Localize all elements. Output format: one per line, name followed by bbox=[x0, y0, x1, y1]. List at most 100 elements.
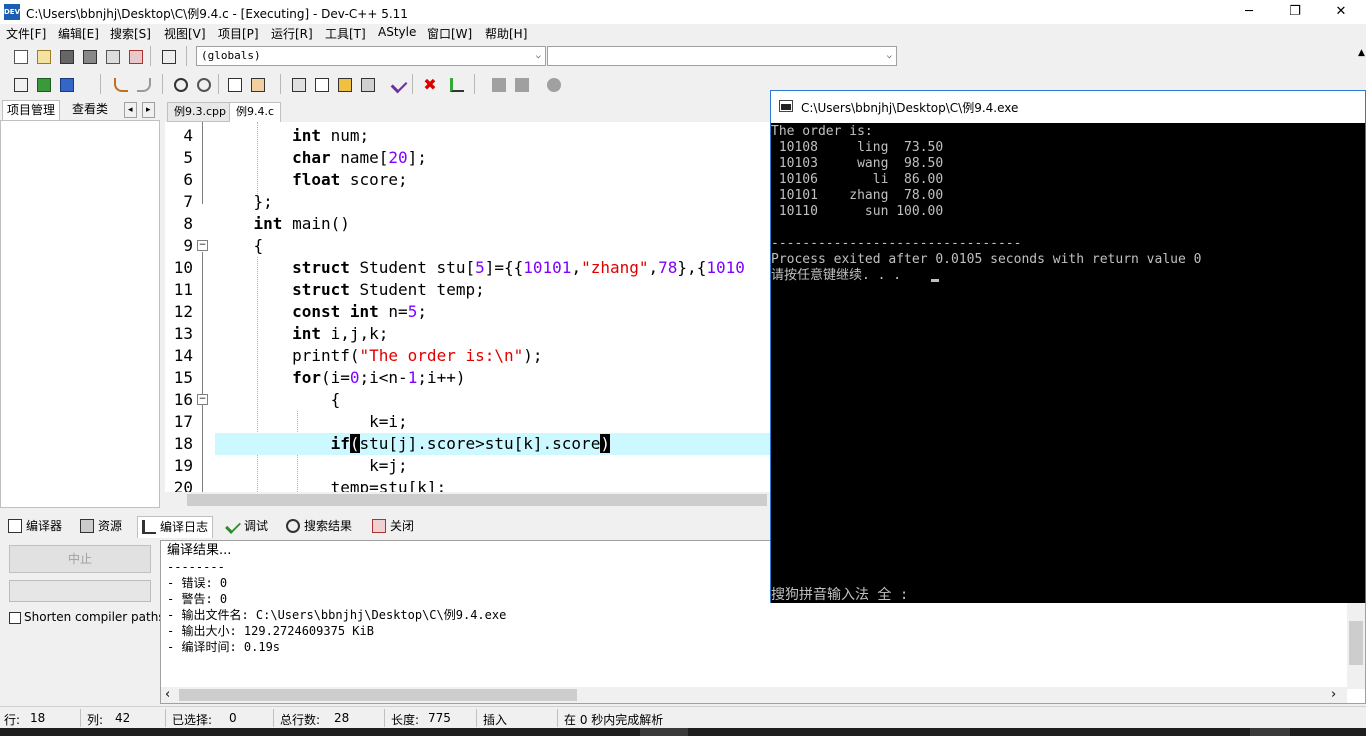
redo-button[interactable] bbox=[133, 74, 153, 94]
fold-toggle-icon[interactable]: − bbox=[197, 240, 208, 251]
scroll-right-icon[interactable]: › bbox=[1331, 687, 1336, 703]
print-button[interactable] bbox=[158, 46, 178, 66]
scrollbar-thumb[interactable] bbox=[1349, 621, 1363, 665]
stop-execution-button[interactable]: ✖ bbox=[419, 74, 439, 94]
line-number: 17 bbox=[173, 412, 193, 431]
tab-label: 编译器 bbox=[26, 519, 63, 533]
maximize-button[interactable]: ❐ bbox=[1272, 0, 1318, 24]
symbol-combo[interactable]: ⌵ bbox=[547, 46, 897, 66]
code-line: printf("The order is:\n"); bbox=[292, 346, 543, 365]
stop-debug-button[interactable] bbox=[543, 74, 563, 94]
undo-button[interactable] bbox=[110, 74, 130, 94]
console-window[interactable]: C:\Users\bbnjhj\Desktop\C\例9.4.exe The o… bbox=[770, 90, 1366, 603]
console-line: 10101 zhang 78.00 bbox=[771, 188, 944, 203]
menu-window[interactable]: 窗口[W] bbox=[427, 25, 472, 42]
shorten-paths-label: Shorten compiler paths bbox=[24, 610, 165, 624]
debug-button[interactable] bbox=[488, 74, 508, 94]
bracket-match: ( bbox=[349, 434, 360, 453]
scrollbar-thumb[interactable] bbox=[179, 689, 577, 701]
menu-tools[interactable]: 工具[T] bbox=[325, 25, 366, 42]
project-tree[interactable] bbox=[0, 120, 160, 508]
save-button[interactable] bbox=[56, 46, 76, 66]
tab-compiler[interactable]: 编译器 bbox=[4, 516, 66, 538]
console-title: C:\Users\bbnjhj\Desktop\C\例9.4.exe bbox=[801, 101, 1019, 115]
log-horizontal-scrollbar[interactable]: ‹ › bbox=[161, 687, 1347, 703]
editor-horizontal-scrollbar[interactable] bbox=[165, 492, 770, 508]
code-line: struct Student stu[5]={{10101,"zhang",78… bbox=[292, 258, 745, 277]
tab-scroll-right[interactable]: ▸ bbox=[142, 102, 155, 118]
bar-chart-icon bbox=[142, 520, 156, 534]
tab-search-results[interactable]: 搜索结果 bbox=[282, 516, 356, 538]
console-output[interactable]: The order is: 10108 ling 73.50 10103 wan… bbox=[771, 123, 1365, 603]
tab-file-9-4[interactable]: 例9.4.c bbox=[229, 102, 282, 122]
status-separator bbox=[476, 709, 477, 727]
tab-file-9-3[interactable]: 例9.3.cpp bbox=[167, 102, 234, 122]
indent-button[interactable] bbox=[10, 74, 30, 94]
menu-edit[interactable]: 编辑[E] bbox=[58, 25, 99, 42]
rebuild-button[interactable] bbox=[357, 74, 377, 94]
replace-button[interactable] bbox=[193, 74, 213, 94]
menu-search[interactable]: 搜索[S] bbox=[110, 25, 151, 42]
toolbar-separator bbox=[218, 74, 219, 94]
save-all-button[interactable] bbox=[79, 46, 99, 66]
tab-scroll-left[interactable]: ◂ bbox=[124, 102, 137, 118]
compile-run-button[interactable] bbox=[334, 74, 354, 94]
new-file-button[interactable] bbox=[10, 46, 30, 66]
minimize-button[interactable]: ─ bbox=[1226, 0, 1272, 24]
console-cursor bbox=[931, 279, 939, 282]
taskbar-item[interactable] bbox=[1250, 728, 1290, 736]
taskbar-item[interactable] bbox=[640, 728, 688, 736]
menu-run[interactable]: 运行[R] bbox=[271, 25, 313, 42]
log-line: - 输出文件名: C:\Users\bbnjhj\Desktop\C\例9.4.… bbox=[167, 608, 507, 622]
log-line: - 警告: 0 bbox=[167, 592, 228, 606]
check-syntax-button[interactable] bbox=[388, 74, 408, 94]
resources-icon bbox=[80, 519, 94, 533]
find-button[interactable] bbox=[170, 74, 190, 94]
profile-button[interactable] bbox=[446, 74, 466, 94]
split-button[interactable] bbox=[247, 74, 267, 94]
tab-debug[interactable]: 调试 bbox=[222, 516, 272, 538]
close-all-icon bbox=[129, 50, 143, 64]
scroll-left-icon[interactable]: ‹ bbox=[165, 687, 170, 703]
scope-combo[interactable]: (globals) ⌵ bbox=[196, 46, 546, 66]
compile-button[interactable] bbox=[288, 74, 308, 94]
menu-file[interactable]: 文件[F] bbox=[6, 25, 46, 42]
menu-astyle[interactable]: AStyle bbox=[378, 25, 416, 39]
scrollbar-thumb[interactable] bbox=[187, 494, 767, 506]
abort-compile-button[interactable]: 中止 bbox=[9, 545, 151, 573]
fold-toggle-icon[interactable]: − bbox=[197, 394, 208, 405]
toolbar-separator bbox=[280, 74, 281, 94]
console-line: 10103 wang 98.50 bbox=[771, 156, 944, 171]
add-watch-button[interactable] bbox=[511, 74, 531, 94]
shorten-paths-checkbox[interactable] bbox=[9, 612, 21, 624]
tab-label: 资源 bbox=[98, 519, 123, 533]
bookmark-button[interactable] bbox=[56, 74, 76, 94]
status-separator bbox=[384, 709, 385, 727]
menu-help[interactable]: 帮助[H] bbox=[485, 25, 527, 42]
open-file-button[interactable] bbox=[33, 46, 53, 66]
menu-project[interactable]: 项目[P] bbox=[218, 25, 259, 42]
status-separator bbox=[557, 709, 558, 727]
toggle-panel-button[interactable] bbox=[224, 74, 244, 94]
close-button[interactable]: ✕ bbox=[1318, 0, 1364, 24]
tab-project-manager[interactable]: 项目管理 bbox=[2, 100, 61, 120]
bar-chart-icon bbox=[450, 78, 464, 92]
run-button[interactable] bbox=[311, 74, 331, 94]
tab-compile-log[interactable]: 编译日志 bbox=[137, 516, 214, 538]
toolbar-separator bbox=[150, 46, 151, 66]
toolbar-overflow-icon[interactable]: ▲ bbox=[1358, 48, 1365, 58]
close-all-button[interactable] bbox=[125, 46, 145, 66]
close-file-button[interactable] bbox=[102, 46, 122, 66]
tab-label: 搜索结果 bbox=[304, 519, 353, 533]
tab-close[interactable]: 关闭 bbox=[368, 516, 418, 538]
code-editor[interactable]: 4 5 6 7 8 9 10 11 12 13 14 15 16 17 18 1… bbox=[165, 122, 770, 492]
tab-class-browser[interactable]: 查看类 bbox=[68, 100, 112, 120]
magnifier-icon bbox=[286, 519, 300, 533]
tab-resources[interactable]: 资源 bbox=[76, 516, 126, 538]
goto-button[interactable] bbox=[33, 74, 53, 94]
console-line: Process exited after 0.0105 seconds with… bbox=[771, 252, 1202, 267]
panel-icon bbox=[228, 78, 242, 92]
menu-view[interactable]: 视图[V] bbox=[164, 25, 206, 42]
editor-tabs: 例9.3.cpp 例9.4.c bbox=[165, 100, 770, 122]
watch-icon bbox=[515, 78, 529, 92]
